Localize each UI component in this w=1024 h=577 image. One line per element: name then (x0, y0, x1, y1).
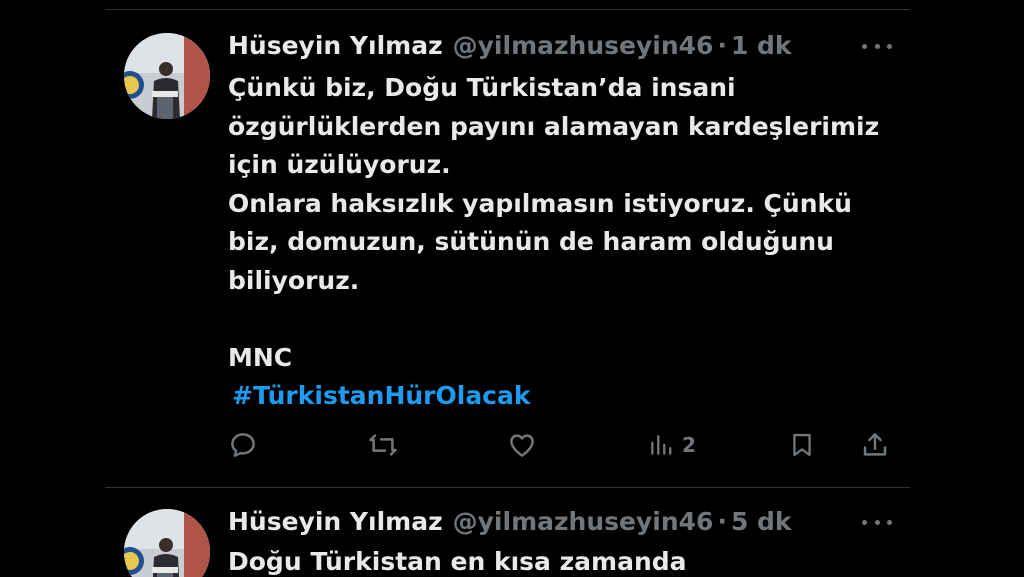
avatar[interactable] (124, 509, 210, 577)
hashtag-link[interactable]: #TürkistanHürOlacak (228, 381, 531, 410)
like-icon (510, 434, 534, 457)
tweet-line: Onlara haksızlık yapılmasın istiyoruz. Ç… (228, 188, 852, 218)
tweet-text: Çünkü biz, Doğu Türkistan’da insani özgü… (228, 69, 908, 416)
tweet-line: biliyoruz. (228, 265, 360, 295)
more-options-icon[interactable] (862, 512, 892, 532)
more-dot (862, 519, 867, 525)
more-dot (887, 519, 892, 525)
tweet-line: için üzülüyoruz. (228, 150, 451, 179)
tweet-line (228, 300, 908, 339)
tweet-line: özgürlüklerden payını alamayan kardeşler… (228, 111, 880, 141)
bookmark-button[interactable] (788, 428, 816, 462)
profile-photo (124, 509, 210, 577)
separator-dot: · (717, 507, 727, 536)
avatar[interactable] (124, 33, 210, 119)
retweet-button[interactable] (367, 428, 399, 462)
separator-dot: · (717, 31, 727, 60)
author-name[interactable]: Hüseyin Yılmaz (228, 507, 443, 537)
retweet-icon (369, 434, 397, 456)
bookmark-icon (793, 433, 811, 457)
like-button[interactable] (507, 428, 537, 462)
reply-icon (231, 433, 255, 457)
share-icon (863, 433, 887, 456)
author-handle[interactable]: @yilmazhuseyin46 (453, 31, 714, 61)
share-button[interactable] (860, 428, 890, 462)
tweet-header: Hüseyin Yılmaz @yilmazhuseyin46 · 5 dk (228, 507, 792, 537)
tweet-line: Doğu Türkistan en kısa zamanda (228, 547, 687, 576)
author-name[interactable]: Hüseyin Yılmaz (228, 31, 443, 61)
tweet-text: Doğu Türkistan en kısa zamanda (228, 543, 908, 577)
profile-photo (124, 33, 210, 119)
tweet-line: Çünkü biz, Doğu Türkistan’da insani (228, 73, 736, 102)
tweet-time[interactable]: 1 dk (731, 31, 792, 61)
reply-button[interactable] (228, 428, 258, 462)
more-dot (862, 43, 867, 49)
tweet-line: biz, domuzun, sütünün de haram olduğunu (228, 227, 834, 256)
views-icon (651, 435, 672, 455)
tweet-actions: 2 (228, 428, 892, 462)
more-options-icon[interactable] (862, 36, 892, 56)
tweet-line: MNC (228, 342, 293, 372)
tweet-header: Hüseyin Yılmaz @yilmazhuseyin46 · 1 dk (228, 31, 792, 61)
more-dot (874, 519, 880, 525)
views-button[interactable]: 2 (648, 428, 696, 462)
more-dot (887, 43, 892, 49)
views-count: 2 (682, 433, 696, 457)
tweet-divider (105, 487, 910, 488)
tweet-time[interactable]: 5 dk (731, 507, 792, 537)
more-dot (874, 43, 880, 49)
top-divider (105, 9, 910, 10)
author-handle[interactable]: @yilmazhuseyin46 (453, 507, 714, 537)
